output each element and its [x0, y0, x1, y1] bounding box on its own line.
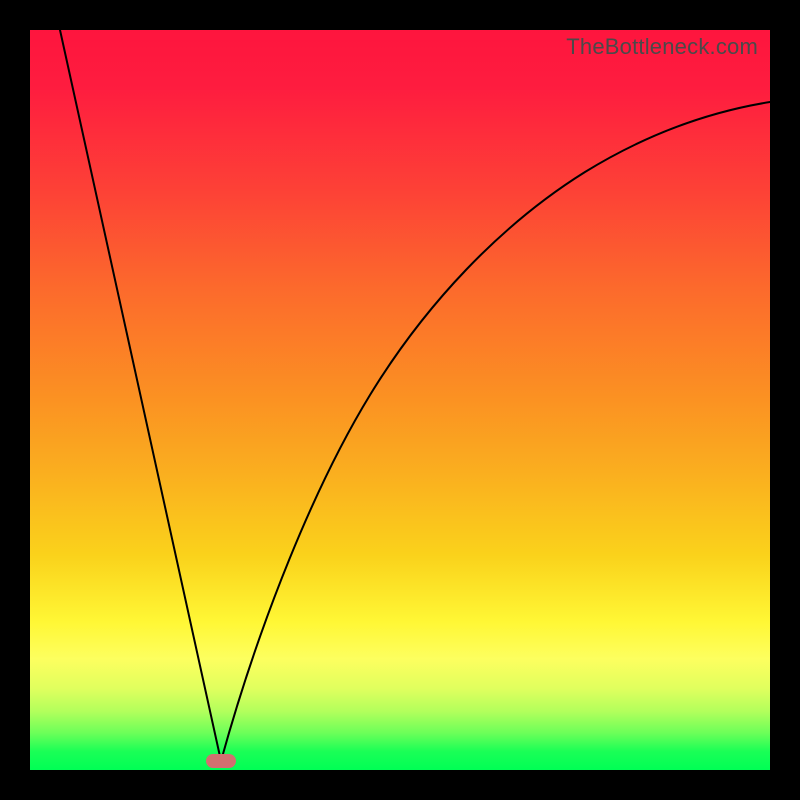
curve-right-branch [221, 102, 770, 761]
bottleneck-curve [30, 30, 770, 770]
curve-left-branch [60, 30, 221, 761]
min-marker [206, 754, 236, 768]
chart-frame: TheBottleneck.com [0, 0, 800, 800]
plot-area: TheBottleneck.com [30, 30, 770, 770]
